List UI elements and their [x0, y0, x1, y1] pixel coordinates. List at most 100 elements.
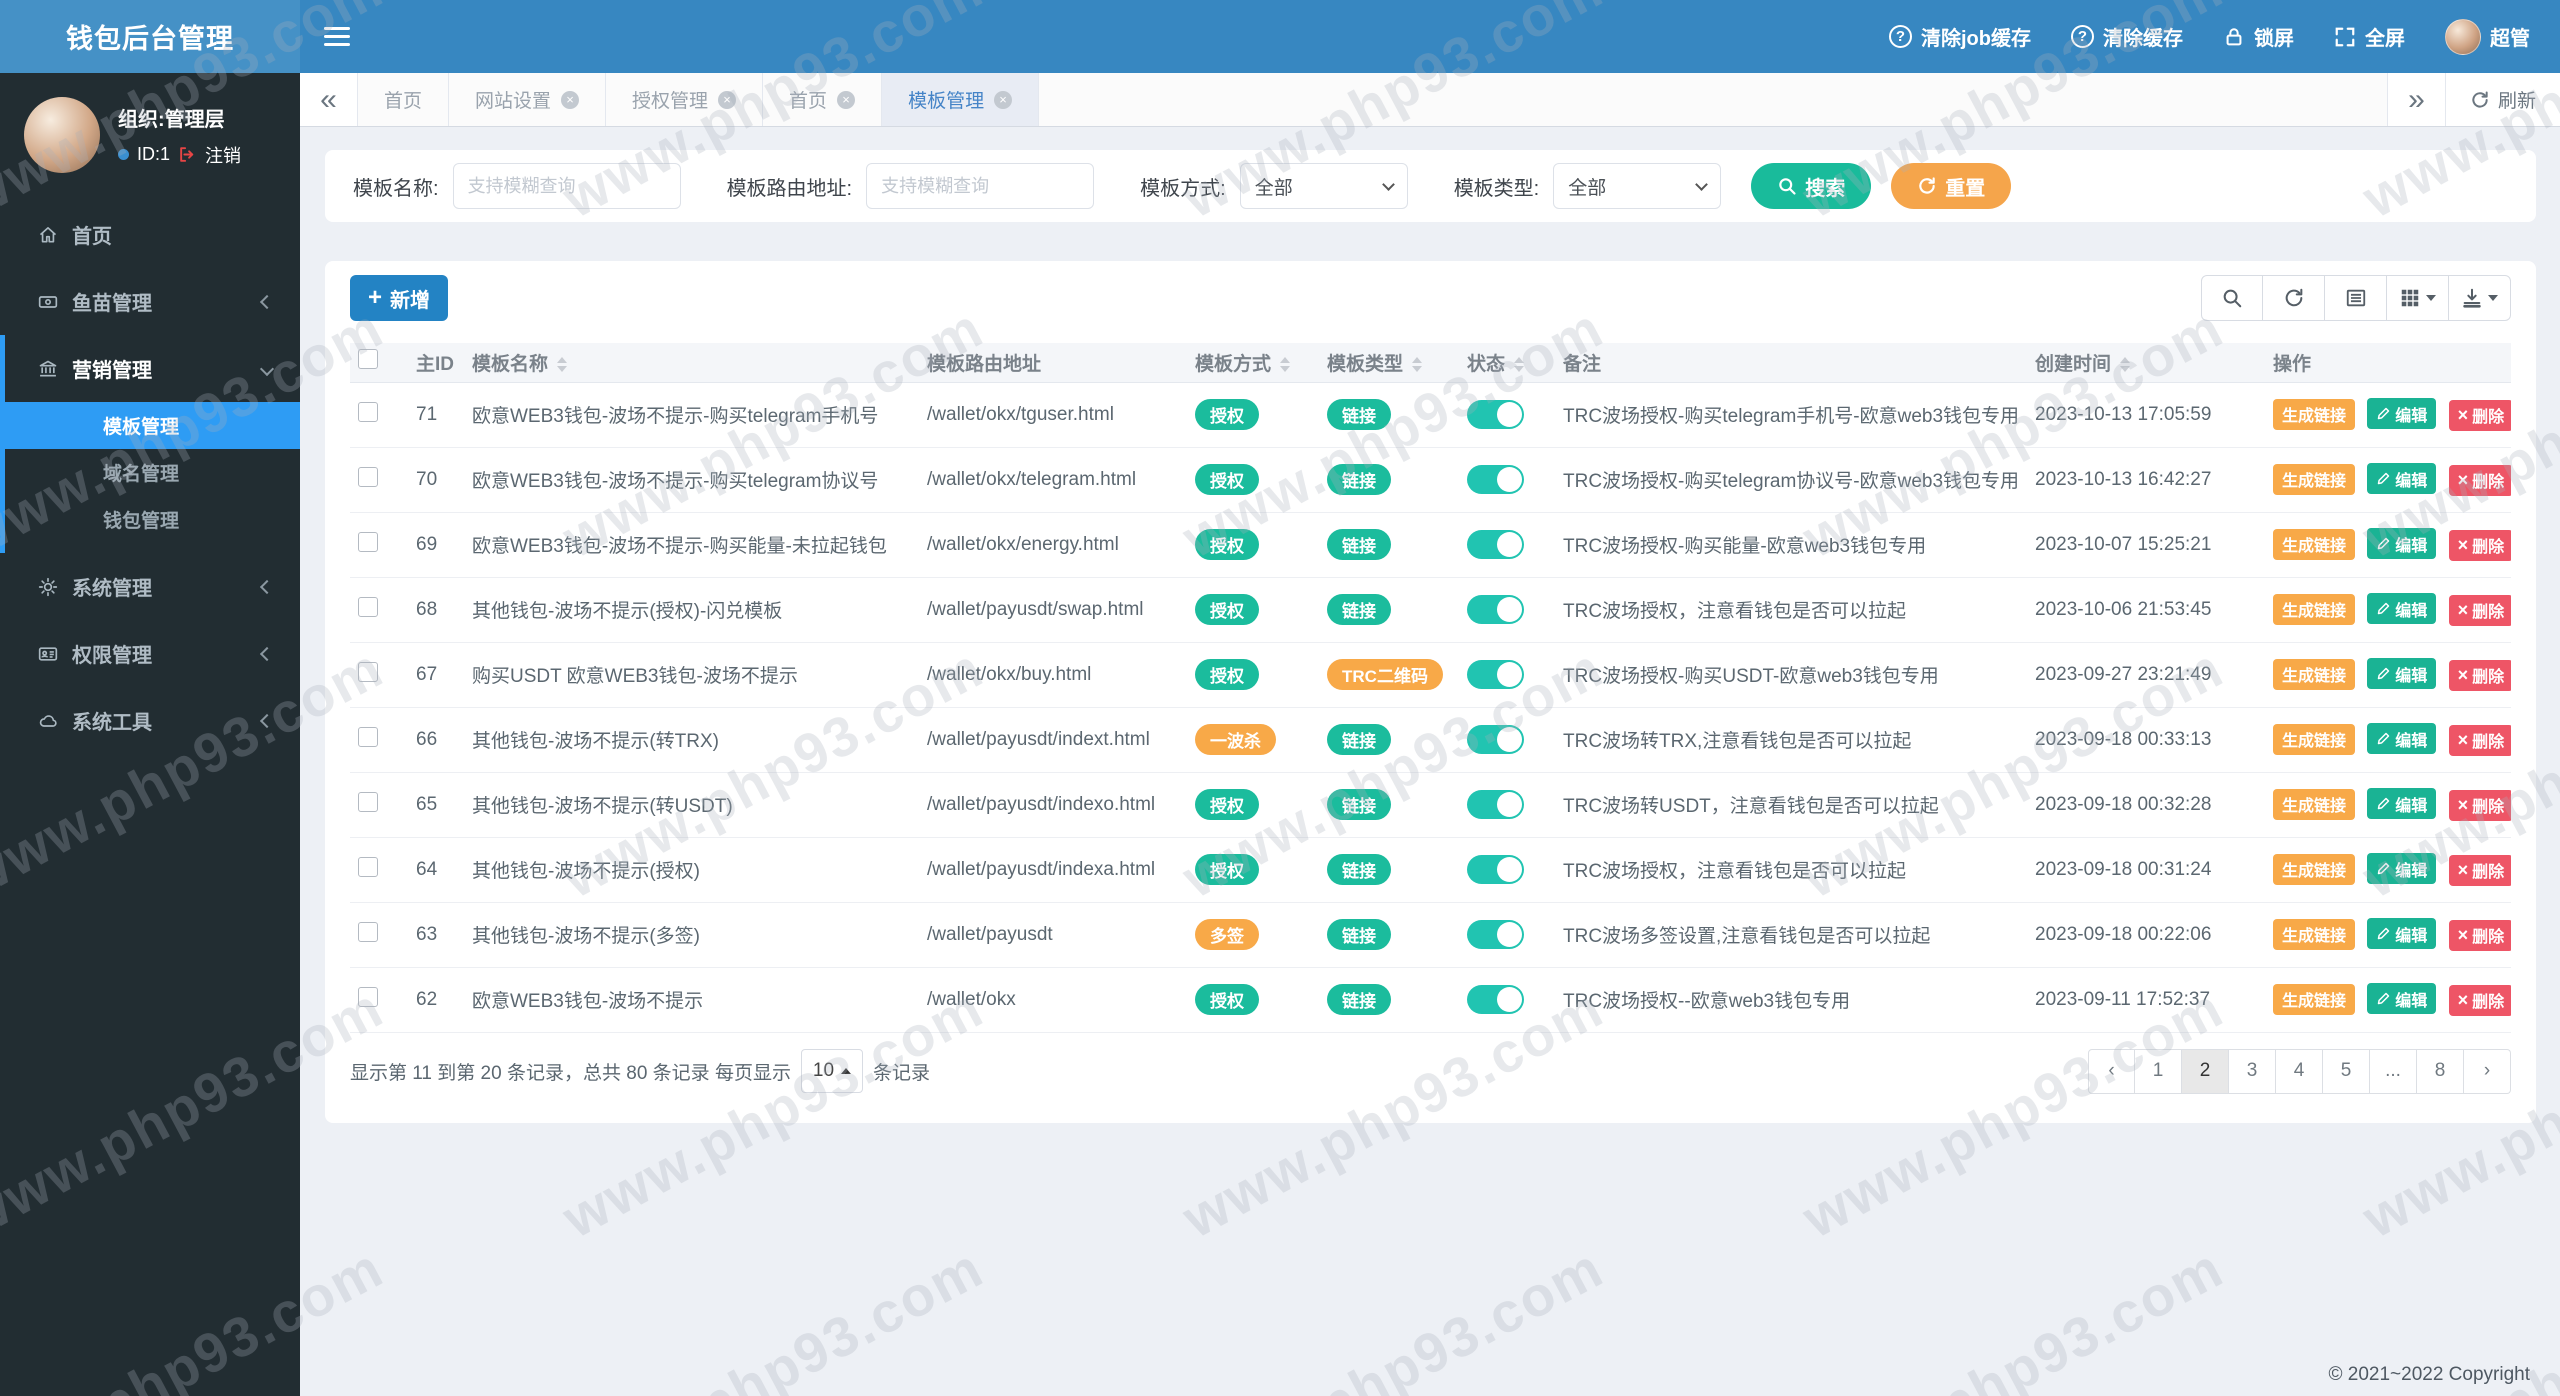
page-size-select[interactable]: 10 [800, 1049, 863, 1093]
delete-button[interactable]: × 删除 [2448, 854, 2511, 886]
tabs-scroll-left-icon[interactable]: « [300, 73, 358, 126]
edit-button[interactable]: 编辑 [2367, 788, 2437, 820]
column-header[interactable]: 创建时间 [2027, 343, 2265, 383]
column-header[interactable]: 状态 [1459, 343, 1555, 383]
tabs-scroll-right-icon[interactable]: » [2386, 73, 2445, 126]
refresh-icon[interactable] [2263, 275, 2325, 321]
sidebar-item-home[interactable]: 首页 [0, 201, 300, 268]
close-icon[interactable]: × [561, 90, 580, 109]
page-button-1[interactable]: 1 [2135, 1048, 2182, 1094]
page-button-5[interactable]: 5 [2323, 1048, 2370, 1094]
status-toggle[interactable] [1467, 660, 1524, 689]
detail-view-icon[interactable] [2325, 275, 2387, 321]
edit-button[interactable]: 编辑 [2367, 528, 2437, 560]
delete-button[interactable]: × 删除 [2448, 529, 2511, 561]
logout-link[interactable]: 注销 [205, 142, 241, 168]
generate-link-button[interactable]: 生成链接 [2273, 593, 2356, 625]
sort-icon[interactable] [1280, 357, 1291, 373]
page-button-3[interactable]: 3 [2229, 1048, 2276, 1094]
delete-button[interactable]: × 删除 [2448, 919, 2511, 951]
columns-icon[interactable] [2387, 275, 2449, 321]
generate-link-button[interactable]: 生成链接 [2273, 983, 2356, 1015]
page-button-8[interactable]: 8 [2417, 1048, 2464, 1094]
edit-button[interactable]: 编辑 [2367, 398, 2437, 430]
tab-模板管理-4[interactable]: 模板管理 × [882, 73, 1040, 126]
row-checkbox[interactable] [358, 466, 378, 487]
row-checkbox[interactable] [358, 726, 378, 747]
column-header[interactable]: 模板类型 [1319, 343, 1459, 383]
delete-button[interactable]: × 删除 [2448, 724, 2511, 756]
status-toggle[interactable] [1467, 790, 1524, 819]
select-all-checkbox[interactable] [358, 349, 378, 370]
delete-button[interactable]: × 删除 [2448, 594, 2511, 626]
edit-button[interactable]: 编辑 [2367, 918, 2437, 950]
navbar-item-lock-screen[interactable]: 锁屏 [2223, 22, 2294, 51]
sidebar-toggle-icon[interactable] [300, 0, 374, 73]
app-logo[interactable]: 钱包后台管理 [0, 0, 300, 73]
page-button-4[interactable]: 4 [2276, 1048, 2323, 1094]
next-page-button[interactable]: › [2464, 1048, 2511, 1094]
search-icon[interactable] [2201, 275, 2263, 321]
page-button-2[interactable]: 2 [2182, 1048, 2229, 1094]
delete-button[interactable]: × 删除 [2448, 399, 2511, 431]
page-button-...[interactable]: ... [2370, 1048, 2417, 1094]
delete-button[interactable]: × 删除 [2448, 464, 2511, 496]
row-checkbox[interactable] [358, 531, 378, 552]
generate-link-button[interactable]: 生成链接 [2273, 658, 2356, 690]
sidebar-item-fry-manage[interactable]: 鱼苗管理 [0, 268, 300, 335]
column-header[interactable]: 模板方式 [1187, 343, 1319, 383]
export-icon[interactable] [2449, 275, 2511, 321]
status-toggle[interactable] [1467, 400, 1524, 429]
status-toggle[interactable] [1467, 595, 1524, 624]
tab-refresh-button[interactable]: 刷新 [2444, 73, 2560, 126]
column-header[interactable]: 模板名称 [464, 343, 919, 383]
tab-网站设置-1[interactable]: 网站设置 × [449, 73, 607, 126]
delete-button[interactable]: × 删除 [2448, 659, 2511, 691]
prev-page-button[interactable]: ‹ [2088, 1048, 2135, 1094]
row-checkbox[interactable] [358, 921, 378, 942]
close-icon[interactable]: × [837, 90, 856, 109]
sidebar-item-system-manage[interactable]: 系统管理 [0, 553, 300, 620]
sidebar-item-system-tools[interactable]: 系统工具 [0, 687, 300, 754]
edit-button[interactable]: 编辑 [2367, 723, 2437, 755]
edit-button[interactable]: 编辑 [2367, 658, 2437, 690]
status-toggle[interactable] [1467, 465, 1524, 494]
avatar[interactable] [24, 97, 100, 173]
status-toggle[interactable] [1467, 855, 1524, 884]
close-icon[interactable]: × [994, 90, 1013, 109]
tab-首页-3[interactable]: 首页 × [763, 73, 883, 126]
row-checkbox[interactable] [358, 791, 378, 812]
status-toggle[interactable] [1467, 725, 1524, 754]
generate-link-button[interactable]: 生成链接 [2273, 398, 2356, 430]
sidebar-item-template-manage[interactable]: 模板管理 [5, 402, 300, 449]
edit-button[interactable]: 编辑 [2367, 983, 2437, 1015]
navbar-item-fullscreen[interactable]: 全屏 [2334, 22, 2405, 51]
template-name-input[interactable] [452, 163, 681, 209]
navbar-item-clear-job-cache[interactable]: ? 清除job缓存 [1889, 22, 2031, 51]
sidebar-item-permission-manage[interactable]: 权限管理 [0, 620, 300, 687]
edit-button[interactable]: 编辑 [2367, 593, 2437, 625]
sort-icon[interactable] [557, 357, 568, 373]
close-icon[interactable]: × [718, 90, 737, 109]
navbar-item-admin-user[interactable]: 超管 [2445, 18, 2530, 55]
delete-button[interactable]: × 删除 [2448, 984, 2511, 1016]
edit-button[interactable]: 编辑 [2367, 463, 2437, 495]
generate-link-button[interactable]: 生成链接 [2273, 463, 2356, 495]
tab-授权管理-2[interactable]: 授权管理 × [606, 73, 764, 126]
generate-link-button[interactable]: 生成链接 [2273, 918, 2356, 950]
search-button[interactable]: 搜索 [1751, 163, 1872, 209]
generate-link-button[interactable]: 生成链接 [2273, 528, 2356, 560]
edit-button[interactable]: 编辑 [2367, 853, 2437, 885]
generate-link-button[interactable]: 生成链接 [2273, 788, 2356, 820]
status-toggle[interactable] [1467, 530, 1524, 559]
reset-button[interactable]: 重置 [1891, 163, 2012, 209]
row-checkbox[interactable] [358, 596, 378, 617]
status-toggle[interactable] [1467, 985, 1524, 1014]
sidebar-item-wallet-manage[interactable]: 钱包管理 [5, 496, 300, 543]
template-route-input[interactable] [866, 163, 1095, 209]
delete-button[interactable]: × 删除 [2448, 789, 2511, 821]
generate-link-button[interactable]: 生成链接 [2273, 853, 2356, 885]
row-checkbox[interactable] [358, 661, 378, 682]
sort-icon[interactable] [1412, 357, 1423, 373]
template-type-select[interactable]: 全部 [1553, 163, 1722, 209]
